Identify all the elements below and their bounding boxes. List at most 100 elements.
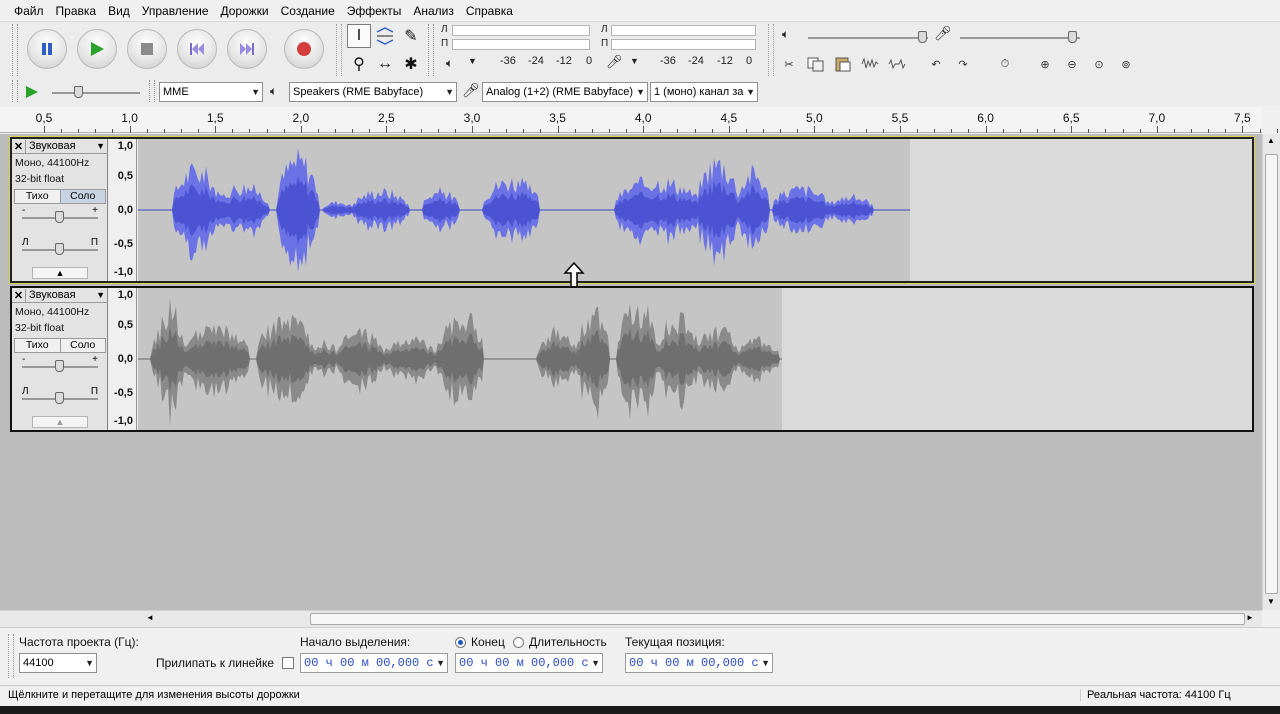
toolbar-grip[interactable] [149,80,155,102]
horizontal-scrollbar[interactable]: ◄ ► [0,610,1262,627]
mute-button[interactable]: Тихо [15,190,60,203]
paste-button[interactable] [831,52,855,76]
chevron-down-icon[interactable]: ▼ [96,290,108,300]
toolbar-grip[interactable] [12,80,18,102]
play-speed-thumb[interactable] [74,86,83,98]
skip-start-button[interactable] [177,29,217,69]
toolbar-grip[interactable] [428,24,434,76]
audio-host-select[interactable]: MME ▼ [159,82,263,102]
pan-thumb[interactable] [55,392,64,404]
toolbar-grip[interactable] [336,24,342,76]
waveform[interactable] [138,139,1252,281]
play-speed-slider[interactable] [52,92,140,94]
toolbar-grip[interactable] [12,24,18,76]
vertical-scrollbar[interactable]: ▲ ▼ [1262,134,1280,610]
collapse-track-button[interactable]: ▲ [32,416,88,428]
gain-thumb[interactable] [55,211,64,223]
menu-effects[interactable]: Эффекты [341,0,408,22]
input-volume-thumb[interactable] [1068,31,1077,43]
gain-slider[interactable]: - + [22,205,98,223]
menu-generate[interactable]: Создание [275,0,341,22]
chevron-down-icon[interactable]: ▼ [436,654,445,672]
toolbar-grip[interactable] [8,634,14,678]
waveform[interactable] [138,288,1252,430]
zoom-in-button[interactable]: ⊕ [1033,52,1057,76]
fit-selection-button[interactable]: ⊙ [1087,52,1111,76]
chevron-down-icon[interactable]: ▼ [591,654,600,672]
pause-button[interactable] [27,29,67,69]
selection-end-time[interactable]: 00 ч 00 м 00,000 с ▼ [455,653,603,673]
close-track-icon[interactable]: ✕ [12,139,26,153]
scroll-down-icon[interactable]: ▼ [1267,597,1275,606]
zoom-tool[interactable]: ⚲ [347,52,371,76]
project-rate-select[interactable]: 44100 ▼ [19,653,97,673]
playback-meter-dropdown[interactable]: ▼ [468,56,477,66]
mute-button[interactable]: Тихо [15,339,60,352]
copy-button[interactable] [804,52,828,76]
vertical-scroll-thumb[interactable] [1265,154,1278,594]
draw-tool[interactable]: ✎ [399,24,423,48]
solo-button[interactable]: Соло [59,190,105,203]
menu-file[interactable]: Файл [8,0,50,22]
trim-button[interactable] [858,52,882,76]
cut-button[interactable]: ✂ [777,52,801,76]
scroll-left-icon[interactable]: ◄ [146,613,154,622]
timeshift-tool[interactable]: ↔ [373,52,397,76]
track-name-menu[interactable]: ✕ Звуковая ▼ [12,139,108,154]
playback-meter-left[interactable] [452,25,590,36]
menu-view[interactable]: Вид [102,0,136,22]
selection-tool[interactable]: I [347,24,371,48]
multi-tool[interactable]: ✱ [399,52,423,76]
stop-button[interactable] [127,29,167,69]
envelope-tool[interactable] [373,24,397,48]
audio-track-2[interactable]: ✕ Звуковая ▼ Моно, 44100Hz 32-bit float … [10,286,1254,432]
record-button[interactable] [284,29,324,69]
menu-transport[interactable]: Управление [136,0,215,22]
gain-thumb[interactable] [55,360,64,372]
menu-help[interactable]: Справка [460,0,519,22]
playback-meter-right[interactable] [452,39,590,50]
zoom-out-button[interactable]: ⊖ [1060,52,1084,76]
input-channels-select[interactable]: 1 (моно) канал за ▼ [650,82,758,102]
play-button[interactable] [77,29,117,69]
menu-analyze[interactable]: Анализ [407,0,460,22]
record-meter-dropdown[interactable]: ▼ [630,56,639,66]
chevron-down-icon[interactable]: ▼ [96,141,108,151]
track-name-menu[interactable]: ✕ Звуковая ▼ [12,288,108,303]
fit-project-button[interactable]: ⊚ [1114,52,1138,76]
solo-button[interactable]: Соло [59,339,105,352]
gain-slider[interactable]: - + [22,354,98,372]
length-radio[interactable] [513,637,524,648]
snap-to-checkbox[interactable] [282,657,294,669]
record-meter-right[interactable] [611,39,756,50]
pan-slider[interactable]: Л П [22,237,98,255]
timeline-ruler[interactable]: 0,5 1,0 1,5 2,0 2,5 3,0 3,5 4,0 4,5 5,0 5,5 6,0 6,5 7… [0,107,1278,133]
pan-slider[interactable]: Л П [22,386,98,404]
tracks-area[interactable]: ✕ Звуковая ▼ Моно, 44100Hz 32-bit float … [0,134,1262,610]
output-volume-thumb[interactable] [918,31,927,43]
sync-lock-button[interactable]: ⏱ [993,52,1017,76]
selection-start-time[interactable]: 00 ч 00 м 00,000 с ▼ [300,653,448,673]
menu-edit[interactable]: Правка [50,0,103,22]
close-track-icon[interactable]: ✕ [12,288,26,302]
collapse-track-button[interactable]: ▲ [32,267,88,279]
output-volume-slider[interactable] [808,37,928,39]
input-device-select[interactable]: Analog (1+2) (RME Babyface) ▼ [482,82,648,102]
silence-button[interactable] [885,52,909,76]
audio-track-1[interactable]: ✕ Звуковая ▼ Моно, 44100Hz 32-bit float … [9,136,1255,284]
scroll-up-icon[interactable]: ▲ [1267,136,1275,145]
record-meter-left[interactable] [611,25,756,36]
undo-button[interactable]: ↶ [924,52,948,76]
chevron-down-icon[interactable]: ▼ [761,654,770,672]
menu-tracks[interactable]: Дорожки [215,0,275,22]
scroll-right-icon[interactable]: ► [1246,613,1254,622]
horizontal-scroll-thumb[interactable] [310,613,1245,625]
audio-position-time[interactable]: 00 ч 00 м 00,000 с ▼ [625,653,773,673]
pan-thumb[interactable] [55,243,64,255]
input-volume-slider[interactable] [960,37,1080,39]
output-device-select[interactable]: Speakers (RME Babyface) ▼ [289,82,457,102]
skip-end-button[interactable] [227,29,267,69]
end-radio[interactable] [455,637,466,648]
redo-button[interactable]: ↷ [951,52,975,76]
play-at-speed-button[interactable] [20,80,44,104]
